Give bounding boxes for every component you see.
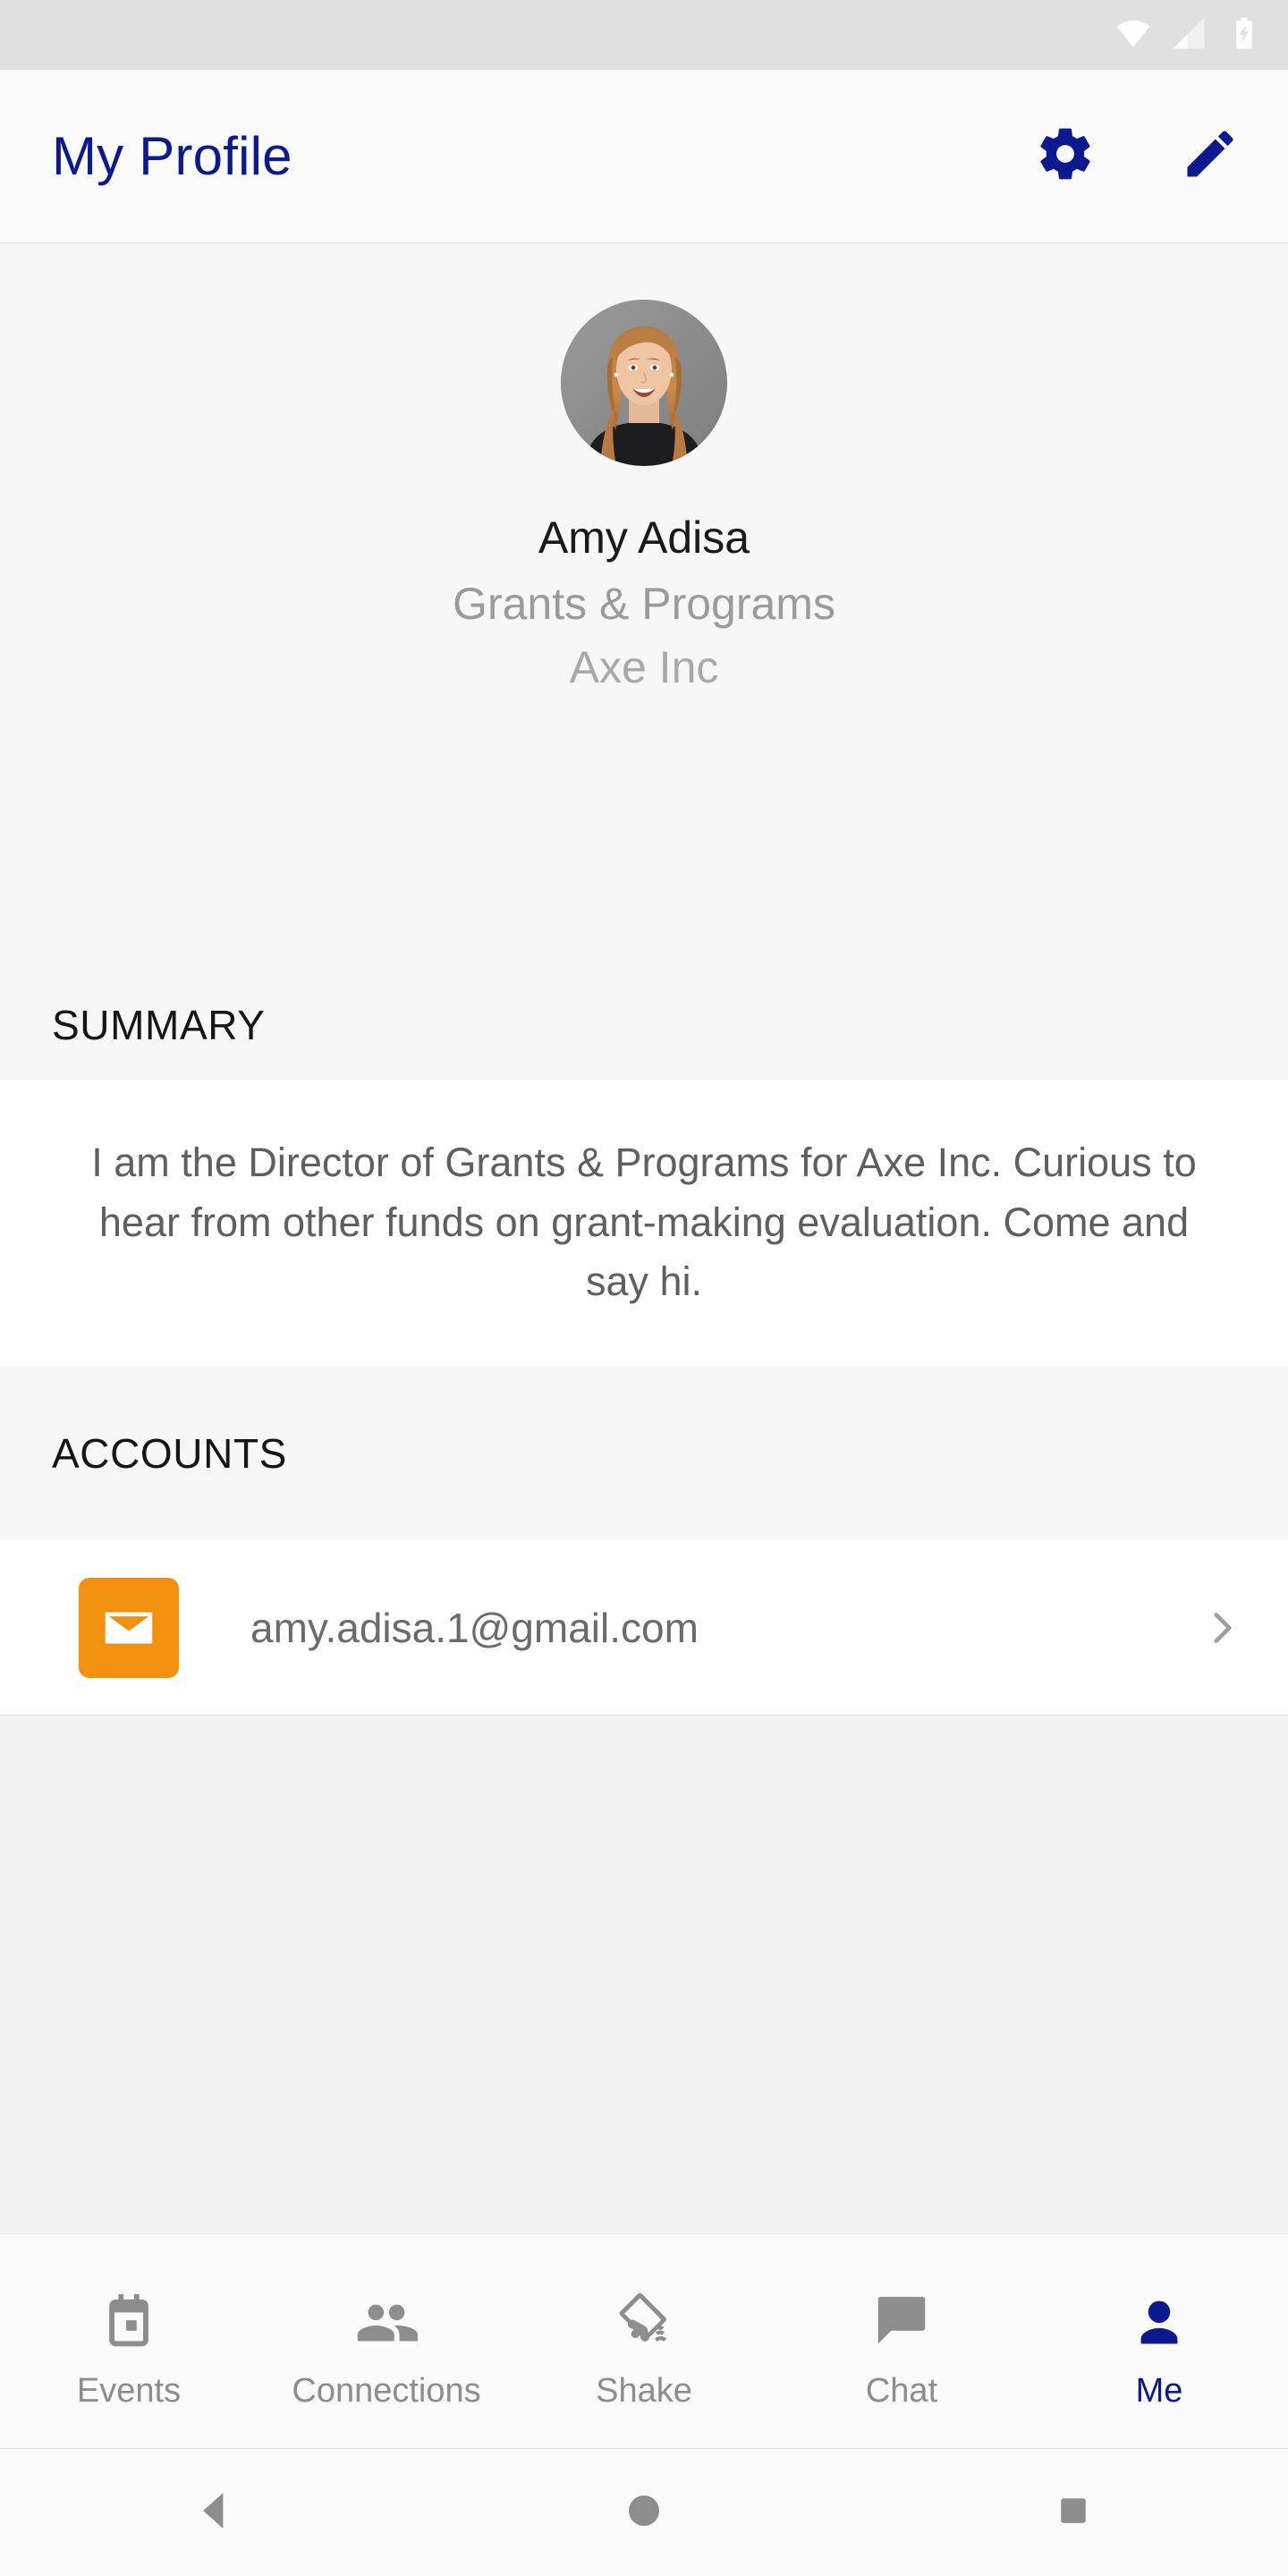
shake-phone-icon xyxy=(611,2275,677,2354)
mail-icon xyxy=(79,1577,179,1678)
battery-charging-icon xyxy=(1225,14,1263,56)
accounts-heading: ACCOUNTS xyxy=(52,1429,287,1477)
page-title: My Profile xyxy=(52,125,292,186)
account-row-email[interactable]: amy.adisa.1@gmail.com xyxy=(0,1540,1288,1716)
tab-label-connections: Connections xyxy=(292,2371,481,2410)
summary-text: I am the Director of Grants & Programs f… xyxy=(91,1140,1197,1305)
back-triangle-icon xyxy=(190,2486,240,2540)
recents-square-icon xyxy=(1054,2491,1093,2535)
tab-me[interactable]: Me xyxy=(1030,2234,1288,2448)
settings-button[interactable] xyxy=(1027,118,1104,195)
accounts-section-header: ACCOUNTS xyxy=(0,1366,1288,1540)
app-screen: My Profile Amy Adisa Grants & Programs A… xyxy=(0,0,1288,2576)
gear-icon xyxy=(1035,123,1096,189)
speech-bubble-icon xyxy=(870,2275,933,2354)
people-icon xyxy=(355,2275,418,2354)
bottom-tab-bar: Events Connections Shake Chat Me xyxy=(0,2233,1288,2449)
tab-connections[interactable]: Connections xyxy=(258,2234,515,2448)
edit-profile-button[interactable] xyxy=(1172,118,1249,195)
profile-title: Grants & Programs xyxy=(453,578,835,629)
profile-company: Axe Inc xyxy=(569,642,719,692)
back-button[interactable] xyxy=(0,2486,429,2540)
tab-events[interactable]: Events xyxy=(0,2234,258,2448)
empty-content-area xyxy=(0,1716,1288,2233)
tab-shake[interactable]: Shake xyxy=(515,2234,773,2448)
tab-label-events: Events xyxy=(76,2371,182,2410)
calendar-icon xyxy=(97,2275,160,2354)
summary-heading: SUMMARY xyxy=(52,1002,266,1048)
person-icon xyxy=(1128,2275,1191,2354)
app-bar: My Profile xyxy=(0,70,1288,243)
recents-button[interactable] xyxy=(859,2491,1288,2535)
summary-section-header: SUMMARY xyxy=(0,970,1288,1080)
tab-label-me: Me xyxy=(1135,2371,1183,2410)
home-button[interactable] xyxy=(429,2489,859,2537)
summary-card: I am the Director of Grants & Programs f… xyxy=(0,1080,1288,1366)
status-bar xyxy=(0,0,1288,70)
wifi-icon xyxy=(1114,14,1152,56)
profile-header: Amy Adisa Grants & Programs Axe Inc xyxy=(0,244,1288,694)
tab-label-chat: Chat xyxy=(865,2371,938,2410)
avatar[interactable] xyxy=(561,300,727,466)
chevron-right-icon[interactable] xyxy=(1195,1606,1249,1650)
cell-signal-icon xyxy=(1170,14,1208,56)
account-email-value: amy.adisa.1@gmail.com xyxy=(250,1604,699,1651)
android-navigation-bar xyxy=(0,2450,1288,2576)
tab-chat[interactable]: Chat xyxy=(773,2234,1030,2448)
pencil-icon xyxy=(1180,123,1241,189)
app-bar-actions xyxy=(1027,118,1249,195)
profile-photo xyxy=(561,300,727,466)
home-circle-icon xyxy=(623,2489,665,2537)
tab-label-shake: Shake xyxy=(596,2371,692,2410)
profile-name: Amy Adisa xyxy=(538,513,750,563)
